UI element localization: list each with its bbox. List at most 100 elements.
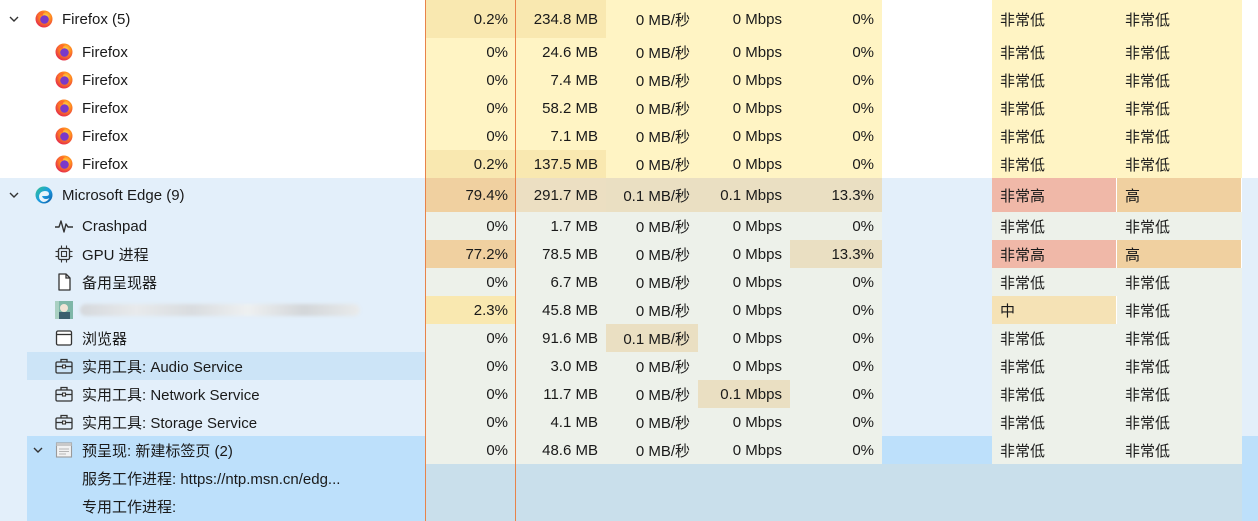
process-name-cell (0, 296, 426, 324)
process-row[interactable]: Firefox (5) 0.2% 234.8 MB 0 MB/秒 0 Mbps 0% 非常低… (0, 0, 1258, 38)
mem-cell: 48.6 MB (516, 436, 606, 464)
power-cell (992, 492, 1117, 521)
page-icon (54, 272, 74, 292)
mem-cell: 24.6 MB (516, 38, 606, 66)
power-cell: 非常低 (992, 436, 1117, 464)
mem-cell: 4.1 MB (516, 408, 606, 436)
process-name-cell: 实用工具: Audio Service (0, 352, 426, 380)
edge-icon (34, 185, 54, 205)
net-cell: 0.1 Mbps (698, 380, 790, 408)
cpu-cell: 0% (426, 324, 516, 352)
power-cell: 非常低 (992, 324, 1117, 352)
net-cell: 0 Mbps (698, 240, 790, 268)
process-row[interactable]: Firefox 0.2% 137.5 MB 0 MB/秒 0 Mbps 0% 非常低 非常低 (0, 150, 1258, 178)
power-trend-cell: 非常低 (1117, 268, 1242, 296)
process-row[interactable]: Microsoft Edge (9) 79.4% 291.7 MB 0.1 MB/秒 0… (0, 178, 1258, 212)
cpu-cell: 79.4% (426, 178, 516, 212)
process-row[interactable]: Firefox 0% 7.4 MB 0 MB/秒 0 Mbps 0% 非常低 非常低 (0, 66, 1258, 94)
process-row[interactable]: Firefox 0% 7.1 MB 0 MB/秒 0 Mbps 0% 非常低 非常低 (0, 122, 1258, 150)
process-row[interactable]: Firefox 0% 24.6 MB 0 MB/秒 0 Mbps 0% 非常低 非常低 (0, 38, 1258, 66)
mem-cell: 1.7 MB (516, 212, 606, 240)
process-name-cell: Firefox (0, 66, 426, 94)
gpu-cell: 0% (790, 150, 882, 178)
gpu-cell: 0% (790, 122, 882, 150)
gpu-engine-cell (882, 66, 992, 94)
row-tail (1242, 436, 1258, 464)
mem-cell: 58.2 MB (516, 94, 606, 122)
process-row[interactable]: 实用工具: Storage Service 0% 4.1 MB 0 MB/秒 0 Mbp… (0, 408, 1258, 436)
disk-cell: 0 MB/秒 (606, 408, 698, 436)
mem-cell: 45.8 MB (516, 296, 606, 324)
power-cell: 非常低 (992, 150, 1117, 178)
power-trend-cell: 非常低 (1117, 66, 1242, 94)
process-row[interactable]: 2.3% 45.8 MB 0 MB/秒 0 Mbps 0% 中非常低 (0, 296, 1258, 324)
gpu-engine-cell (882, 240, 992, 268)
firefox-icon (54, 126, 74, 146)
net-cell: 0 Mbps (698, 212, 790, 240)
process-row[interactable]: 实用工具: Audio Service 0% 3.0 MB 0 MB/秒 0 Mbps 0… (0, 352, 1258, 380)
cpu-cell: 0% (426, 436, 516, 464)
disk-cell: 0 MB/秒 (606, 0, 698, 38)
cpu-cell: 77.2% (426, 240, 516, 268)
row-tail (1242, 240, 1258, 268)
process-row[interactable]: 预呈现: 新建标签页 (2) 0% 48.6 MB 0 MB/秒 0 Mbps 0% 非常低… (0, 436, 1258, 464)
gpu-engine-cell (882, 464, 992, 492)
mem-cell: 291.7 MB (516, 178, 606, 212)
process-row[interactable]: Firefox 0% 58.2 MB 0 MB/秒 0 Mbps 0% 非常低 非常低 (0, 94, 1258, 122)
process-row[interactable]: GPU 进程 77.2% 78.5 MB 0 MB/秒 0 Mbps 13.3% 非常高高 (0, 240, 1258, 268)
row-tail (1242, 296, 1258, 324)
toolbox-icon (54, 412, 74, 432)
cpu-cell (426, 464, 516, 492)
gpu-cell: 0% (790, 38, 882, 66)
process-name-cell: Firefox (0, 122, 426, 150)
row-tail (1242, 66, 1258, 94)
firefox-icon (34, 9, 54, 29)
process-name: Firefox (5) (62, 10, 131, 28)
process-row[interactable]: 浏览器 0% 91.6 MB 0.1 MB/秒 0 Mbps 0% 非常低 非常低 (0, 324, 1258, 352)
power-cell: 非常低 (992, 0, 1117, 38)
process-row[interactable]: 实用工具: Network Service 0% 11.7 MB 0 MB/秒 0.1 … (0, 380, 1258, 408)
mem-cell: 78.5 MB (516, 240, 606, 268)
cpu-cell: 0% (426, 212, 516, 240)
process-row[interactable]: Crashpad 0% 1.7 MB 0 MB/秒 0 Mbps 0% 非常低 非常低 (0, 212, 1258, 240)
process-row[interactable]: 服务工作进程: https://ntp.msn.cn/edg... (0, 464, 1258, 492)
expand-chevron-icon[interactable] (32, 436, 44, 464)
row-tail (1242, 492, 1258, 521)
gpu-engine-cell (882, 408, 992, 436)
gpu-cell: 0% (790, 0, 882, 38)
process-name: Firefox (82, 155, 128, 173)
process-row[interactable]: 专用工作进程: (0, 492, 1258, 521)
row-tail (1242, 122, 1258, 150)
row-tail (1242, 38, 1258, 66)
disk-cell (606, 492, 698, 521)
net-cell: 0 Mbps (698, 296, 790, 324)
process-name: 实用工具: Network Service (82, 386, 260, 404)
column-divider (425, 0, 426, 521)
power-trend-cell: 非常低 (1117, 122, 1242, 150)
disk-cell (606, 464, 698, 492)
expand-chevron-icon[interactable] (8, 178, 20, 212)
process-row[interactable]: 备用呈现器 0% 6.7 MB 0 MB/秒 0 Mbps 0% 非常低 非常低 (0, 268, 1258, 296)
process-name-cell: 服务工作进程: https://ntp.msn.cn/edg... (0, 464, 426, 492)
pulse-icon (54, 216, 74, 236)
gpu-cell: 0% (790, 436, 882, 464)
disk-cell: 0 MB/秒 (606, 66, 698, 94)
gpu-engine-cell (882, 380, 992, 408)
net-cell: 0 Mbps (698, 150, 790, 178)
net-cell: 0 Mbps (698, 122, 790, 150)
cpu-cell: 0% (426, 66, 516, 94)
expand-chevron-icon[interactable] (8, 0, 20, 38)
power-cell: 非常低 (992, 122, 1117, 150)
mem-cell: 91.6 MB (516, 324, 606, 352)
gpu-cell: 13.3% (790, 240, 882, 268)
gpu-engine-cell (882, 492, 992, 521)
power-cell: 非常低 (992, 94, 1117, 122)
power-trend-cell: 非常低 (1117, 0, 1242, 38)
gpu-cell: 0% (790, 380, 882, 408)
toolbox-icon (54, 384, 74, 404)
power-trend-cell (1117, 464, 1242, 492)
row-tail (1242, 324, 1258, 352)
power-cell: 非常高 (992, 240, 1117, 268)
row-tail (1242, 408, 1258, 436)
process-name: Firefox (82, 127, 128, 145)
